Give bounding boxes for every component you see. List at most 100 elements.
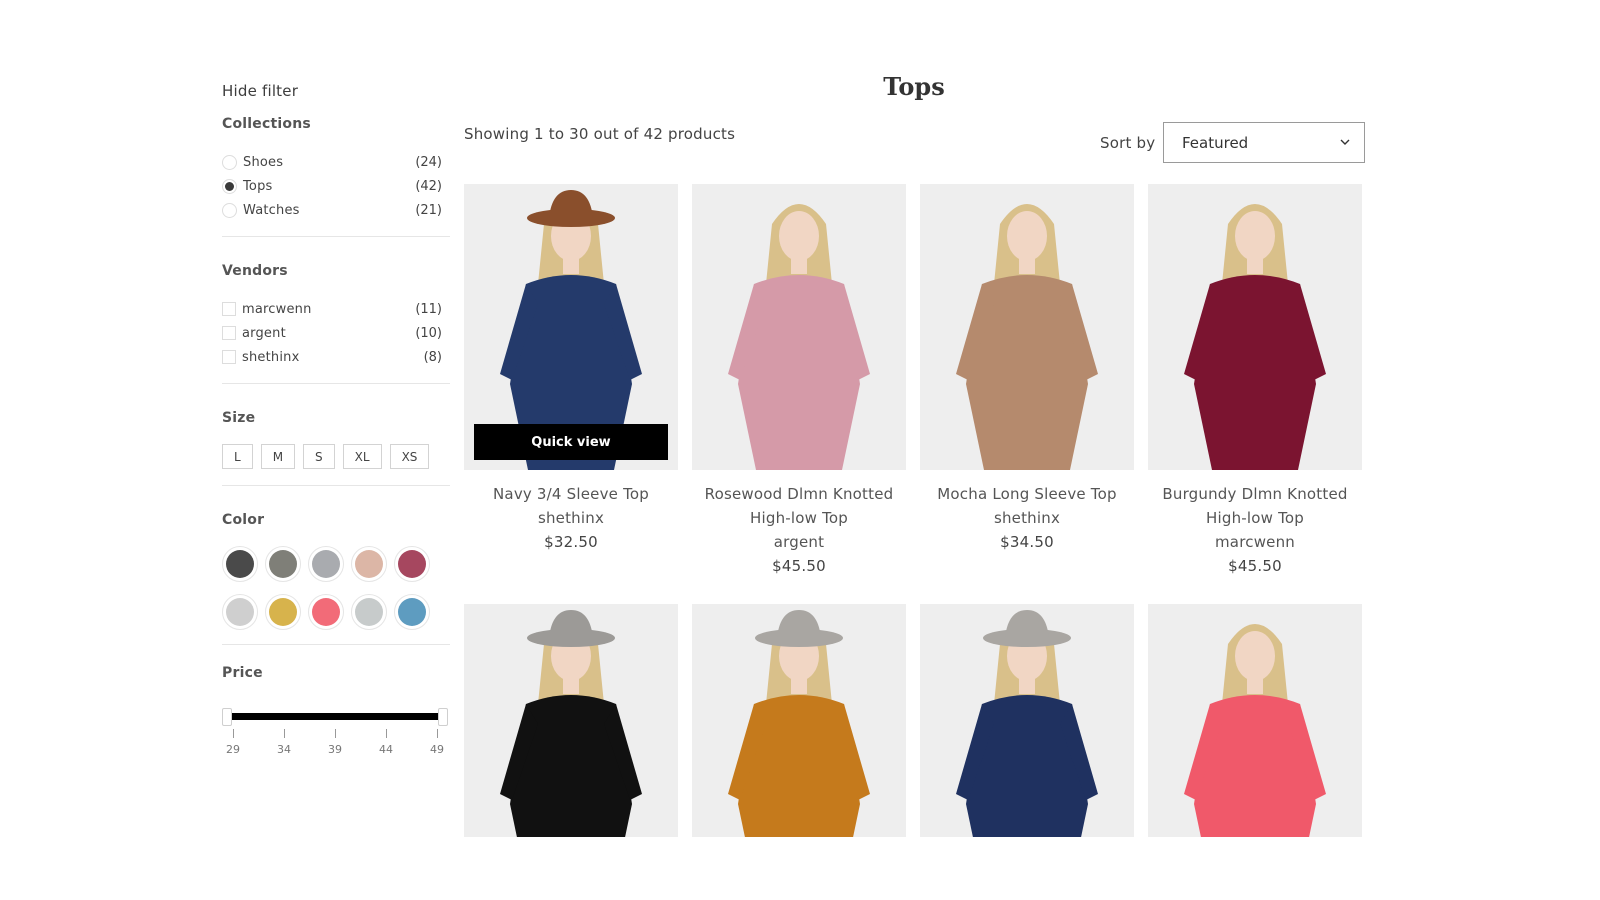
quick-view-button[interactable]: Quick view xyxy=(474,424,668,460)
option-label: shethinx xyxy=(242,349,300,365)
price-tick-label: 44 xyxy=(379,743,393,756)
color-swatch[interactable] xyxy=(265,594,301,630)
model-photo xyxy=(692,184,906,470)
sort-select[interactable]: Featured xyxy=(1163,122,1365,163)
vendors-title: Vendors xyxy=(222,263,288,279)
product-card[interactable] xyxy=(920,604,1134,837)
color-swatch[interactable] xyxy=(265,546,301,582)
product-card[interactable]: Quick view Navy 3/4 Sleeve Top shethinx … xyxy=(464,184,678,578)
checkbox[interactable] xyxy=(222,350,236,364)
product-card[interactable]: Burgundy Dlmn Knotted High-low Top marcw… xyxy=(1148,184,1362,578)
product-image[interactable] xyxy=(692,184,906,470)
price-tick-label: 34 xyxy=(277,743,291,756)
color-swatch[interactable] xyxy=(308,546,344,582)
sort-by-label: Sort by xyxy=(1100,134,1156,152)
product-image[interactable] xyxy=(692,604,906,837)
model-photo xyxy=(464,604,678,837)
sort-selected-value: Featured xyxy=(1182,133,1249,152)
product-name[interactable]: Rosewood Dlmn Knotted xyxy=(692,482,906,506)
size-option-l[interactable]: L xyxy=(222,444,253,469)
product-vendor: argent xyxy=(773,533,825,551)
option-label: marcwenn xyxy=(242,301,312,317)
product-name-line2[interactable]: High-low Top xyxy=(692,506,906,530)
size-option-xl[interactable]: XL xyxy=(342,444,382,469)
vendors-filter: Vendors marcwenn (11) argent (10) shethi… xyxy=(222,237,450,384)
option-count: (42) xyxy=(415,178,442,194)
radio-button-selected[interactable] xyxy=(222,178,237,194)
color-swatch-fill xyxy=(398,598,426,626)
product-card[interactable]: Rosewood Dlmn Knotted High-low Top argen… xyxy=(692,184,906,578)
color-swatch[interactable] xyxy=(394,594,430,630)
product-card[interactable] xyxy=(1148,604,1362,837)
color-swatch[interactable] xyxy=(222,546,258,582)
product-name[interactable]: Burgundy Dlmn Knotted xyxy=(1148,482,1362,506)
price-range-slider[interactable]: 29 34 39 44 49 xyxy=(222,699,450,769)
price-filter: Price 29 34 39 44 49 xyxy=(222,645,450,769)
collection-option-watches[interactable]: Watches (21) xyxy=(222,198,450,222)
vendor-option-marcwenn[interactable]: marcwenn (11) xyxy=(222,297,450,321)
color-swatch[interactable] xyxy=(308,594,344,630)
product-image[interactable] xyxy=(464,604,678,837)
price-slider-track[interactable] xyxy=(228,713,440,720)
collections-filter: Collections Shoes (24) Tops (42) Watches… xyxy=(222,116,450,237)
color-swatch-fill xyxy=(398,550,426,578)
color-swatch[interactable] xyxy=(351,594,387,630)
product-name[interactable]: Mocha Long Sleeve Top xyxy=(920,482,1134,506)
color-title: Color xyxy=(222,512,265,528)
color-filter: Color xyxy=(222,486,450,645)
checkbox[interactable] xyxy=(222,302,236,316)
size-option-xs[interactable]: XS xyxy=(389,444,430,469)
page-title: Tops xyxy=(883,72,945,101)
product-price: $45.50 xyxy=(1228,557,1282,575)
vendor-option-shethinx[interactable]: shethinx (8) xyxy=(222,345,450,369)
product-price: $34.50 xyxy=(1000,533,1054,551)
color-swatch-fill xyxy=(269,598,297,626)
model-photo xyxy=(1148,184,1362,470)
product-image[interactable] xyxy=(920,604,1134,837)
price-max-handle[interactable] xyxy=(438,708,448,726)
product-image[interactable] xyxy=(1148,604,1362,837)
price-min-handle[interactable] xyxy=(222,708,232,726)
color-swatch-fill xyxy=(312,550,340,578)
model-photo xyxy=(920,604,1134,837)
product-image[interactable] xyxy=(1148,184,1362,470)
collections-title: Collections xyxy=(222,116,311,132)
product-vendor: marcwenn xyxy=(1215,533,1295,551)
product-grid: Quick view Navy 3/4 Sleeve Top shethinx … xyxy=(464,184,1364,837)
color-swatch[interactable] xyxy=(222,594,258,630)
product-name[interactable]: Navy 3/4 Sleeve Top xyxy=(464,482,678,506)
size-filter: Size L M S XL XS xyxy=(222,384,450,486)
collection-option-tops[interactable]: Tops (42) xyxy=(222,174,450,198)
product-vendor: shethinx xyxy=(537,509,605,527)
results-count: Showing 1 to 30 out of 42 products xyxy=(464,125,736,143)
color-swatch[interactable] xyxy=(394,546,430,582)
collection-option-shoes[interactable]: Shoes (24) xyxy=(222,150,450,174)
color-swatch-fill xyxy=(355,550,383,578)
color-swatch[interactable] xyxy=(351,546,387,582)
color-swatch-fill xyxy=(312,598,340,626)
hide-filter-link[interactable]: Hide filter xyxy=(222,82,450,100)
product-card[interactable] xyxy=(692,604,906,837)
price-tick-label: 49 xyxy=(430,743,444,756)
product-image[interactable] xyxy=(920,184,1134,470)
radio-button[interactable] xyxy=(222,202,237,218)
price-title: Price xyxy=(222,665,263,681)
product-card[interactable] xyxy=(464,604,678,837)
option-count: (8) xyxy=(423,349,442,365)
product-info: Rosewood Dlmn Knotted High-low Top argen… xyxy=(692,470,906,578)
size-option-s[interactable]: S xyxy=(303,444,335,469)
vendor-option-argent[interactable]: argent (10) xyxy=(222,321,450,345)
product-image[interactable]: Quick view xyxy=(464,184,678,470)
product-info: Mocha Long Sleeve Top shethinx $34.50 xyxy=(920,470,1134,554)
radio-button[interactable] xyxy=(222,154,237,170)
model-photo xyxy=(920,184,1134,470)
filter-sidebar: Hide filter Collections Shoes (24) Tops … xyxy=(222,82,450,769)
price-tick xyxy=(386,729,387,738)
product-name-line2[interactable]: High-low Top xyxy=(1148,506,1362,530)
size-option-m[interactable]: M xyxy=(260,444,296,469)
product-info: Navy 3/4 Sleeve Top shethinx $32.50 xyxy=(464,470,678,554)
color-swatch-fill xyxy=(269,550,297,578)
checkbox[interactable] xyxy=(222,326,236,340)
product-card[interactable]: Mocha Long Sleeve Top shethinx $34.50 xyxy=(920,184,1134,578)
model-photo xyxy=(1148,604,1362,837)
